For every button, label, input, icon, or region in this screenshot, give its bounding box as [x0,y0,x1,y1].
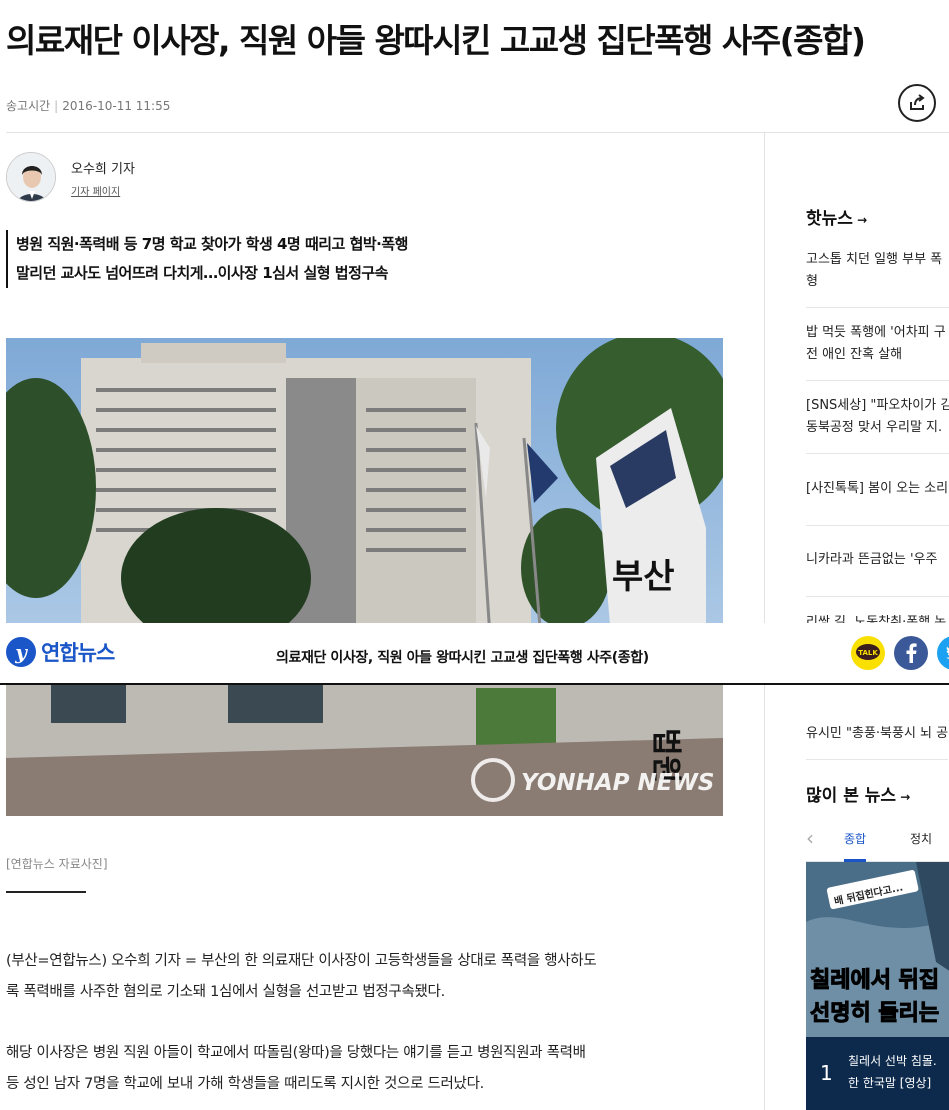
hot-news-item[interactable]: 니카라과 뜬금없는 '우주 [806,526,949,597]
facebook-icon [906,643,917,663]
popular-news-card[interactable]: 배 뒤집힌다고... 칠레에서 뒤집 선명히 들리는 1 칠레서 선박 침몰. … [806,862,949,1110]
hot-news-item[interactable]: 밥 먹듯 폭행에 '어차피 구전 애인 잔혹 살해 [806,308,949,381]
hot-news-item[interactable]: 유시민 "총풍·북풍시 뇌 공 [806,709,949,760]
popular-rank: 1 [820,1061,833,1085]
author-box: 오수희 기자 기자 페이지 [6,152,135,202]
kakaotalk-icon: TALK [856,644,880,660]
photo-watermark: YONHAP NEWS [521,770,714,796]
twitter-share-button[interactable] [937,636,949,670]
popular-item-line-2: 한 한국말 [영상] [848,1076,931,1090]
hot-news-item[interactable]: [SNS세상] "파오차이가 김동북공정 맞서 우리말 지. [806,381,949,454]
yonhap-logo[interactable]: y 연합뉴스 [6,637,115,667]
paragraph-1: (부산=연합뉴스) 오수희 기자 = 부산의 한 의료재단 이사장이 고등학생들… [6,946,726,1008]
court-building-photo: 부산 법원 YONHAP NEWS [6,338,723,816]
author-avatar[interactable] [6,152,56,202]
person-icon [7,153,55,201]
hot-news-line: 밥 먹듯 폭행에 '어차피 구 [806,325,946,340]
thumbnail-text-2: 선명히 들리는 [810,1001,939,1026]
author-page-link[interactable]: 기자 페이지 [71,183,120,198]
column-divider [764,132,765,1110]
twitter-icon [945,646,949,659]
hot-news-list: 고스톱 치던 일행 부부 폭형 밥 먹듯 폭행에 '어차피 구전 애인 잔혹 살… [806,233,949,659]
share-button[interactable] [898,84,936,122]
article-subheads: 병원 직원·폭력배 등 7명 학교 찾아가 학생 4명 때리고 협박·폭행 말리… [6,230,408,288]
tab-politics[interactable]: 정치 [910,830,932,847]
header-divider [6,132,949,133]
kakao-share-button[interactable]: TALK [851,636,885,670]
chevron-left-icon[interactable]: ‹ [806,826,814,850]
subhead-1: 병원 직원·폭력배 등 7명 학교 찾아가 학생 4명 때리고 협박·폭행 [16,235,408,253]
hot-news-label: 핫뉴스 [806,209,853,229]
hot-news-line: 전 애인 잔혹 살해 [806,347,903,362]
hot-news-line: [SNS세상] "파오차이가 김 [806,398,949,413]
popular-news-title[interactable]: 많이 본 뉴스 → [806,781,910,806]
paragraph-1-line-1: (부산=연합뉴스) 오수희 기자 = 부산의 한 의료재단 이사장이 고등학생들… [6,953,597,969]
article-headline: 의료재단 이사장, 직원 아들 왕따시킨 고교생 집단폭행 사주(종합) [6,21,866,60]
hot-news-item[interactable]: [사진톡톡] 봄이 오는 소리 [806,454,949,526]
sign-text: 부산 [612,557,675,597]
hot-news-line: 고스톱 치던 일행 부부 폭 [806,252,943,267]
paragraph-2-line-2: 등 성인 남자 7명을 학교에 보내 가해 학생들을 때리도록 지시한 것으로 … [6,1076,484,1092]
facebook-share-button[interactable] [894,636,928,670]
popular-news-label: 많이 본 뉴스 [806,786,897,806]
thumbnail-text-1: 칠레에서 뒤집 [810,968,939,993]
hot-news-title[interactable]: 핫뉴스 → [806,204,867,229]
arrow-right-icon: → [896,790,911,804]
paragraph-2: 해당 이사장은 병원 직원 아들이 학교에서 따돌림(왕따)을 당했다는 얘기를… [6,1038,726,1100]
arrow-right-icon: → [852,213,868,227]
paragraph-1-line-2: 록 폭력배를 사주한 혐의로 기소돼 1심에서 실형을 선고받고 법정구속됐다. [6,984,445,1000]
caption-divider [6,891,86,893]
publish-time: 2016-10-11 11:55 [62,99,171,113]
share-icon [910,94,925,110]
tab-general[interactable]: 종합 [844,830,867,862]
kakao-label: TALK [858,649,878,657]
sticky-article-title: 의료재단 이사장, 직원 아들 왕따시킨 고교생 집단폭행 사주(종합) [276,650,649,666]
hot-news-line: 니카라과 뜬금없는 '우주 [806,552,938,567]
logo-mark: y [6,637,36,667]
hot-news-line: 형 [806,274,818,289]
hot-news-line: [사진톡톡] 봄이 오는 소리 [806,481,949,496]
publish-label: 송고시간 [6,99,51,113]
publish-meta: 송고시간 | 2016-10-11 11:55 [6,97,170,114]
paragraph-2-line-1: 해당 이사장은 병원 직원 아들이 학교에서 따돌림(왕따)을 당했다는 얘기를… [6,1045,586,1061]
hot-news-item[interactable]: 고스톱 치던 일행 부부 폭형 [806,233,949,308]
popular-item-line-1: 칠레서 선박 침몰. [848,1054,937,1068]
author-name: 오수희 기자 [71,161,135,177]
article-photo[interactable]: 부산 법원 YONHAP NEWS [6,338,723,816]
photo-caption: [연합뉴스 자료사진] [6,857,108,871]
meta-separator: | [54,99,59,113]
subhead-2: 말리던 교사도 넘어뜨려 다치게…이사장 1심서 실형 법정구속 [16,264,388,282]
popular-news-thumbnail: 배 뒤집힌다고... 칠레에서 뒤집 선명히 들리는 1 칠레서 선박 침몰. … [806,862,949,1110]
sticky-header: y 연합뉴스 의료재단 이사장, 직원 아들 왕따시킨 고교생 집단폭행 사주(… [0,623,949,685]
logo-text: 연합뉴스 [41,641,115,665]
popular-tabs: ‹ 종합 정치 [806,822,949,862]
hot-news-line: 동북공정 맞서 우리말 지. [806,420,943,435]
